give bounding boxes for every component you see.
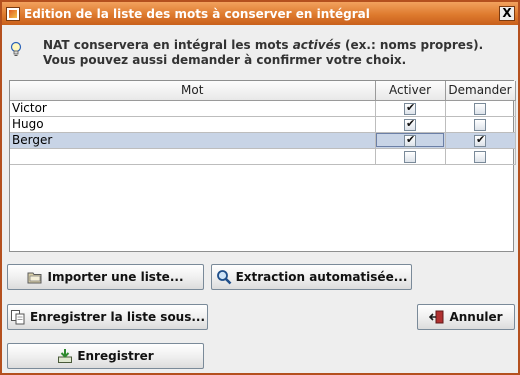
auto-extraction-button[interactable]: Extraction automatisée... xyxy=(211,264,412,290)
info-line1-suffix: (ex.: noms propres). xyxy=(340,38,484,52)
info-line2: Vous pouvez aussi demander à confirmer v… xyxy=(43,53,407,67)
dialog-window: Edition de la liste des mots à conserver… xyxy=(0,0,520,375)
table-row[interactable] xyxy=(10,148,516,165)
activate-cell[interactable] xyxy=(375,148,446,165)
table-row[interactable]: Hugo xyxy=(10,116,516,133)
cancel-button[interactable]: Annuler xyxy=(417,304,515,330)
info-line1-prefix: NAT conservera en intégral les mots xyxy=(43,38,293,52)
save-label: Enregistrer xyxy=(77,349,154,363)
column-header-word[interactable]: Mot xyxy=(10,81,376,101)
word-cell[interactable]: Hugo xyxy=(10,116,376,133)
table-empty-area xyxy=(10,164,515,248)
documents-icon xyxy=(10,310,25,325)
empty-cell xyxy=(10,164,375,248)
cancel-label: Annuler xyxy=(449,310,503,324)
save-download-icon xyxy=(58,349,73,363)
window-title: Edition de la liste des mots à conserver… xyxy=(24,6,370,21)
info-text: NAT conservera en intégral les mots acti… xyxy=(43,38,503,68)
column-header-activate[interactable]: Activer xyxy=(375,81,446,101)
app-icon xyxy=(6,6,20,21)
activate-checkbox[interactable] xyxy=(404,101,416,115)
empty-cell xyxy=(445,164,515,248)
ask-checkbox[interactable] xyxy=(474,103,486,115)
table-header-row: Mot Activer Demander xyxy=(10,81,516,101)
words-table: Mot Activer Demander VictorHugoBerger xyxy=(9,80,516,252)
word-cell[interactable]: Victor xyxy=(10,100,376,117)
lightbulb-icon xyxy=(10,41,22,56)
import-list-button[interactable]: Importer une liste... xyxy=(7,264,204,290)
ask-cell[interactable] xyxy=(445,148,516,165)
save-list-as-button[interactable]: Enregistrer la liste sous... xyxy=(7,304,208,330)
save-button[interactable]: Enregistrer xyxy=(7,343,204,369)
info-line1-emphasis: activés xyxy=(292,38,341,52)
ask-cell[interactable] xyxy=(445,132,516,149)
magnifier-icon xyxy=(216,270,232,285)
word-cell[interactable]: Berger xyxy=(10,132,376,149)
activate-checkbox[interactable] xyxy=(404,117,416,131)
activate-checkbox[interactable] xyxy=(404,151,416,163)
title-bar[interactable]: Edition de la liste des mots à conserver… xyxy=(2,2,518,25)
table-row[interactable]: Victor xyxy=(10,100,516,117)
exit-icon xyxy=(429,310,444,324)
table-row[interactable]: Berger xyxy=(10,132,516,149)
activate-cell[interactable] xyxy=(375,100,446,117)
ask-checkbox[interactable] xyxy=(474,151,486,163)
close-button[interactable]: X xyxy=(499,6,515,21)
column-header-ask[interactable]: Demander xyxy=(445,81,516,101)
activate-cell[interactable] xyxy=(375,116,446,133)
import-list-label: Importer une liste... xyxy=(47,270,184,284)
auto-extraction-label: Extraction automatisée... xyxy=(235,270,408,284)
empty-cell xyxy=(375,164,445,248)
save-list-as-label: Enregistrer la liste sous... xyxy=(29,310,206,324)
activate-cell[interactable] xyxy=(375,132,446,149)
activate-checkbox[interactable] xyxy=(404,133,416,147)
ask-checkbox[interactable] xyxy=(474,133,486,147)
ask-checkbox[interactable] xyxy=(474,119,486,131)
ask-cell[interactable] xyxy=(445,100,516,117)
ask-cell[interactable] xyxy=(445,116,516,133)
word-cell[interactable] xyxy=(10,148,376,165)
folder-icon xyxy=(27,272,42,284)
